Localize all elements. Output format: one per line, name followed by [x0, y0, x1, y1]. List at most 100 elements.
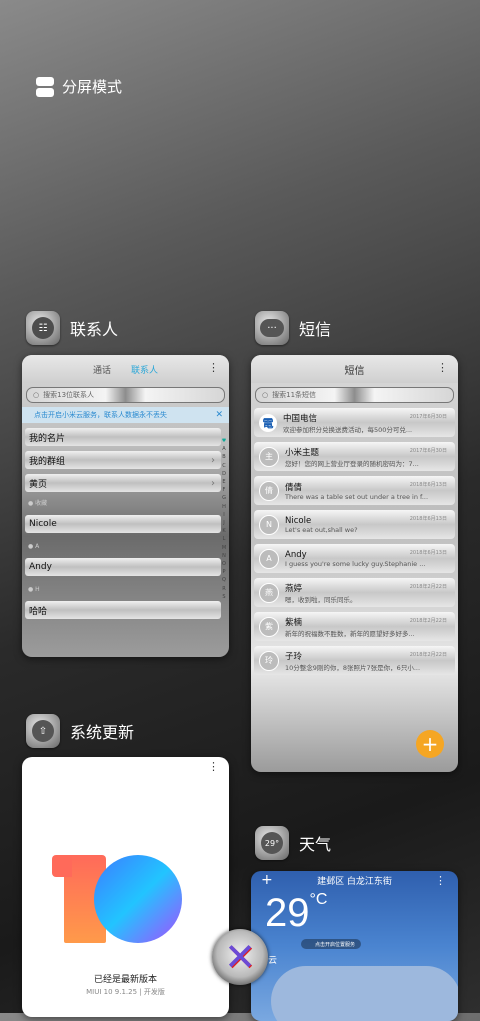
close-icon[interactable]: ✕: [215, 410, 223, 420]
section-header: ● A: [28, 543, 40, 550]
location-service-badge[interactable]: 点击开启位置服务: [301, 939, 362, 949]
more-icon[interactable]: ⋮: [208, 361, 219, 374]
message-row[interactable]: N Nicole Let's eat out,shall we? 2018年6月13日: [254, 510, 455, 539]
app-header-update[interactable]: ⇧ 系统更新: [26, 714, 134, 748]
app-name-contacts: 联系人: [70, 320, 119, 339]
avatar: 電: [259, 413, 277, 432]
weather-icon: 29°: [255, 826, 289, 860]
alphabet-index-letter[interactable]: H: [220, 503, 228, 511]
weather-location: 建邺区 白龙江东街: [317, 877, 392, 887]
app-card-update[interactable]: ⋮ 已经是最新版本 MIUI 10 9.1.25 | 开发版: [22, 757, 229, 1017]
avatar: A: [259, 548, 279, 569]
message-date: 2018年2月22日: [409, 652, 447, 658]
avatar: 紫: [259, 616, 279, 637]
message-preview: 嗯，收到啦，同乐同乐。: [285, 595, 357, 604]
alphabet-index-letter[interactable]: ♥: [220, 437, 228, 445]
list-item-my-card[interactable]: 我的名片: [25, 428, 221, 446]
message-row[interactable]: 電中国电信 欢迎参加积分兑换送费活动，每500分可兑... 2017年6月30日: [254, 408, 455, 437]
alphabet-index-letter[interactable]: G: [220, 494, 228, 502]
alphabet-index-letter[interactable]: M: [220, 544, 228, 552]
contact-row[interactable]: Nicole: [25, 515, 221, 533]
message-row[interactable]: 玲子玲 10分整念9刚的你，8张照片7张是你，6只小... 2018年2月22日: [254, 646, 455, 675]
more-icon[interactable]: ⋮: [437, 361, 448, 374]
message-row[interactable]: A Andy I guess you're some lucky guy.Steph…: [254, 544, 455, 573]
app-header-weather[interactable]: 29° 天气: [255, 826, 331, 860]
alphabet-index-letter[interactable]: A: [220, 445, 228, 453]
app-header-contacts[interactable]: ☷ 联系人: [26, 311, 118, 345]
avatar: 玲: [259, 650, 279, 671]
chevron-right-icon: ›: [211, 477, 215, 489]
alphabet-index-letter[interactable]: S: [220, 593, 228, 601]
alphabet-index-letter[interactable]: E: [220, 478, 228, 486]
close-all-icon: ✕: [224, 935, 256, 979]
app-name-update: 系统更新: [70, 723, 135, 742]
cloud-notice-banner[interactable]: 点击开启小米云服务，联系人数据永不丢失 ✕: [22, 407, 229, 423]
alphabet-index-letter[interactable]: O: [220, 560, 228, 568]
contact-name: Andy: [29, 562, 52, 572]
app-card-contacts[interactable]: 通话 联系人 ⋮ ○ 搜索13位联系人 点击开启小米云服务，联系人数据永不丢失 …: [22, 355, 229, 657]
search-icon: ○: [33, 391, 40, 399]
contact-name: Nicole: [29, 519, 57, 529]
new-message-button[interactable]: +: [416, 730, 444, 758]
split-screen-button[interactable]: 分屏模式: [36, 76, 122, 97]
contact-row[interactable]: 哈哈: [25, 601, 221, 619]
alphabet-index-letter[interactable]: F: [220, 486, 228, 494]
alphabet-index-letter[interactable]: D: [220, 470, 228, 478]
message-date: 2018年2月22日: [409, 584, 447, 590]
alphabet-index-letter[interactable]: K: [220, 527, 228, 535]
message-date: 2018年6月13日: [409, 550, 447, 556]
sms-title: 短信: [344, 365, 365, 377]
list-item-label: 我的群组: [29, 456, 66, 467]
section-header: ● 收藏: [28, 500, 48, 507]
message-row[interactable]: 主小米主题 您好！您的网上营业厅登录的随机密码为：7... 2017年6月30日: [254, 442, 455, 471]
message-preview: There was a table set out under a tree i…: [285, 492, 429, 501]
contacts-icon: ☷: [26, 311, 60, 345]
miui-10-logo: [52, 855, 188, 947]
weather-temperature: 29°C: [265, 891, 328, 935]
split-screen-icon: [36, 76, 54, 97]
app-header-sms[interactable]: ··· 短信: [255, 311, 331, 345]
avatar: 燕: [259, 582, 279, 603]
update-status: 已经是最新版本: [93, 975, 157, 985]
tab-calls[interactable]: 通话: [93, 363, 111, 376]
message-date: 2017年6月30日: [409, 414, 447, 420]
sms-icon: ···: [255, 311, 289, 345]
alphabet-index-letter[interactable]: J: [220, 519, 228, 527]
message-preview: 新年的祝福数不胜数，新年的愿望好多好多...: [285, 629, 415, 638]
app-name-weather: 天气: [299, 835, 332, 854]
alphabet-index-letter[interactable]: Q: [220, 576, 228, 584]
alphabet-index[interactable]: ♥ A B C D E F G H I J K L M N O P Q R S: [220, 437, 228, 601]
contacts-search-input[interactable]: ○ 搜索13位联系人: [26, 387, 225, 403]
avatar: 主: [259, 446, 279, 467]
list-item-yellow-pages[interactable]: 黄页 ›: [25, 474, 221, 492]
app-card-weather[interactable]: + 建邺区 白龙江东街 ⋮ 29°C 点击开启位置服务 多云: [251, 871, 458, 1021]
sms-titlebar: 短信 ⋮: [251, 355, 458, 383]
message-date: 2018年6月13日: [409, 482, 447, 488]
clear-all-button[interactable]: ✕: [212, 929, 268, 985]
message-row[interactable]: 燕燕婷 嗯，收到啦，同乐同乐。 2018年2月22日: [254, 578, 455, 607]
list-item-label: 黄页: [29, 479, 48, 490]
sms-search-input[interactable]: ○ 搜索11条短信: [255, 387, 454, 403]
message-date: 2018年6月13日: [409, 516, 447, 522]
tab-contacts[interactable]: 联系人: [131, 363, 158, 376]
more-icon[interactable]: ⋮: [435, 874, 446, 887]
contacts-tabbar: 通话 联系人 ⋮: [22, 355, 229, 383]
alphabet-index-letter[interactable]: L: [220, 535, 228, 543]
list-item-my-groups[interactable]: 我的群组 ›: [25, 451, 221, 469]
alphabet-index-letter[interactable]: R: [220, 585, 228, 593]
message-row[interactable]: 倩倩倩 There was a table set out under a tre…: [254, 476, 455, 505]
alphabet-index-letter[interactable]: B: [220, 453, 228, 461]
contact-row[interactable]: Andy: [25, 558, 221, 576]
contacts-search-placeholder: 搜索13位联系人: [43, 391, 95, 399]
message-row[interactable]: 紫紫楠 新年的祝福数不胜数，新年的愿望好多好多... 2018年2月22日: [254, 612, 455, 641]
app-card-sms[interactable]: 短信 ⋮ ○ 搜索11条短信 電中国电信 欢迎参加积分兑换送费活动，每500分可兑…: [251, 355, 458, 772]
more-icon[interactable]: ⋮: [208, 760, 219, 773]
alphabet-index-letter[interactable]: I: [220, 511, 228, 519]
message-preview: 您好！您的网上营业厅登录的随机密码为：7...: [285, 459, 419, 468]
alphabet-index-letter[interactable]: P: [220, 568, 228, 576]
chevron-right-icon: ›: [211, 454, 215, 466]
split-screen-label: 分屏模式: [62, 78, 123, 96]
alphabet-index-letter[interactable]: N: [220, 552, 228, 560]
section-header: ● H: [28, 586, 40, 593]
alphabet-index-letter[interactable]: C: [220, 462, 228, 470]
